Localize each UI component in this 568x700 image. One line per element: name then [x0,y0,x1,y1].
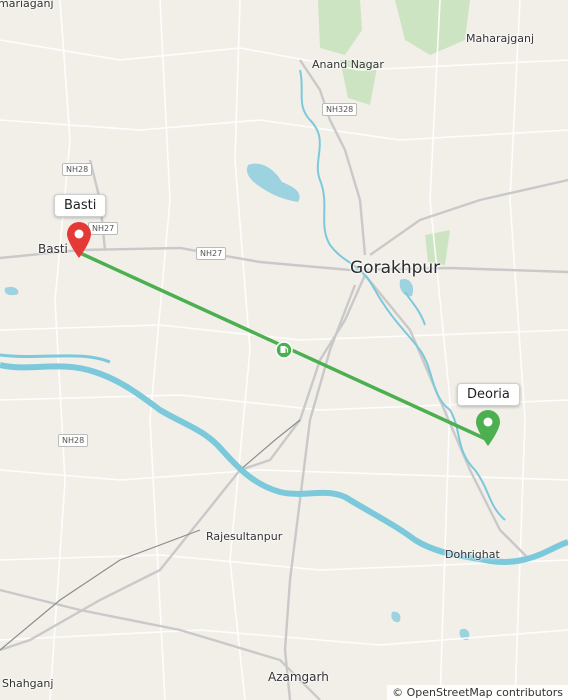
place-label-maharajganj-left: mariaganj [0,0,54,10]
place-label-dohrighat: Dohrighat [445,548,500,561]
rivers [0,69,568,565]
road-shield-nh28: NH28 [62,163,93,176]
forest-areas [318,0,470,265]
map-canvas[interactable]: mariaganj Maharajganj Anand Nagar Basti … [0,0,568,700]
map-pin-icon[interactable] [473,408,503,448]
road-shield-nh27: NH27 [196,247,227,260]
major-roads [0,59,568,700]
place-label-azamgarh: Azamgarh [268,670,329,684]
place-label-anand-nagar: Anand Nagar [312,58,384,71]
place-label-gorakhpur: Gorakhpur [350,258,441,278]
fuel-station-icon[interactable] [275,341,293,359]
place-label-maharajganj: Maharajganj [466,32,535,45]
road-shield-nh28: NH28 [58,434,89,447]
place-label-shahganj: Shahganj [2,677,54,690]
end-marker-popup: Deoria [457,383,520,406]
map-attribution[interactable]: © OpenStreetMap contributors [387,685,568,700]
start-marker-popup: Basti [54,194,107,217]
place-label-rajesultanpur: Rajesultanpur [206,530,283,543]
map-pin-icon[interactable] [64,220,94,260]
road-shield-nh328: NH328 [322,103,358,116]
